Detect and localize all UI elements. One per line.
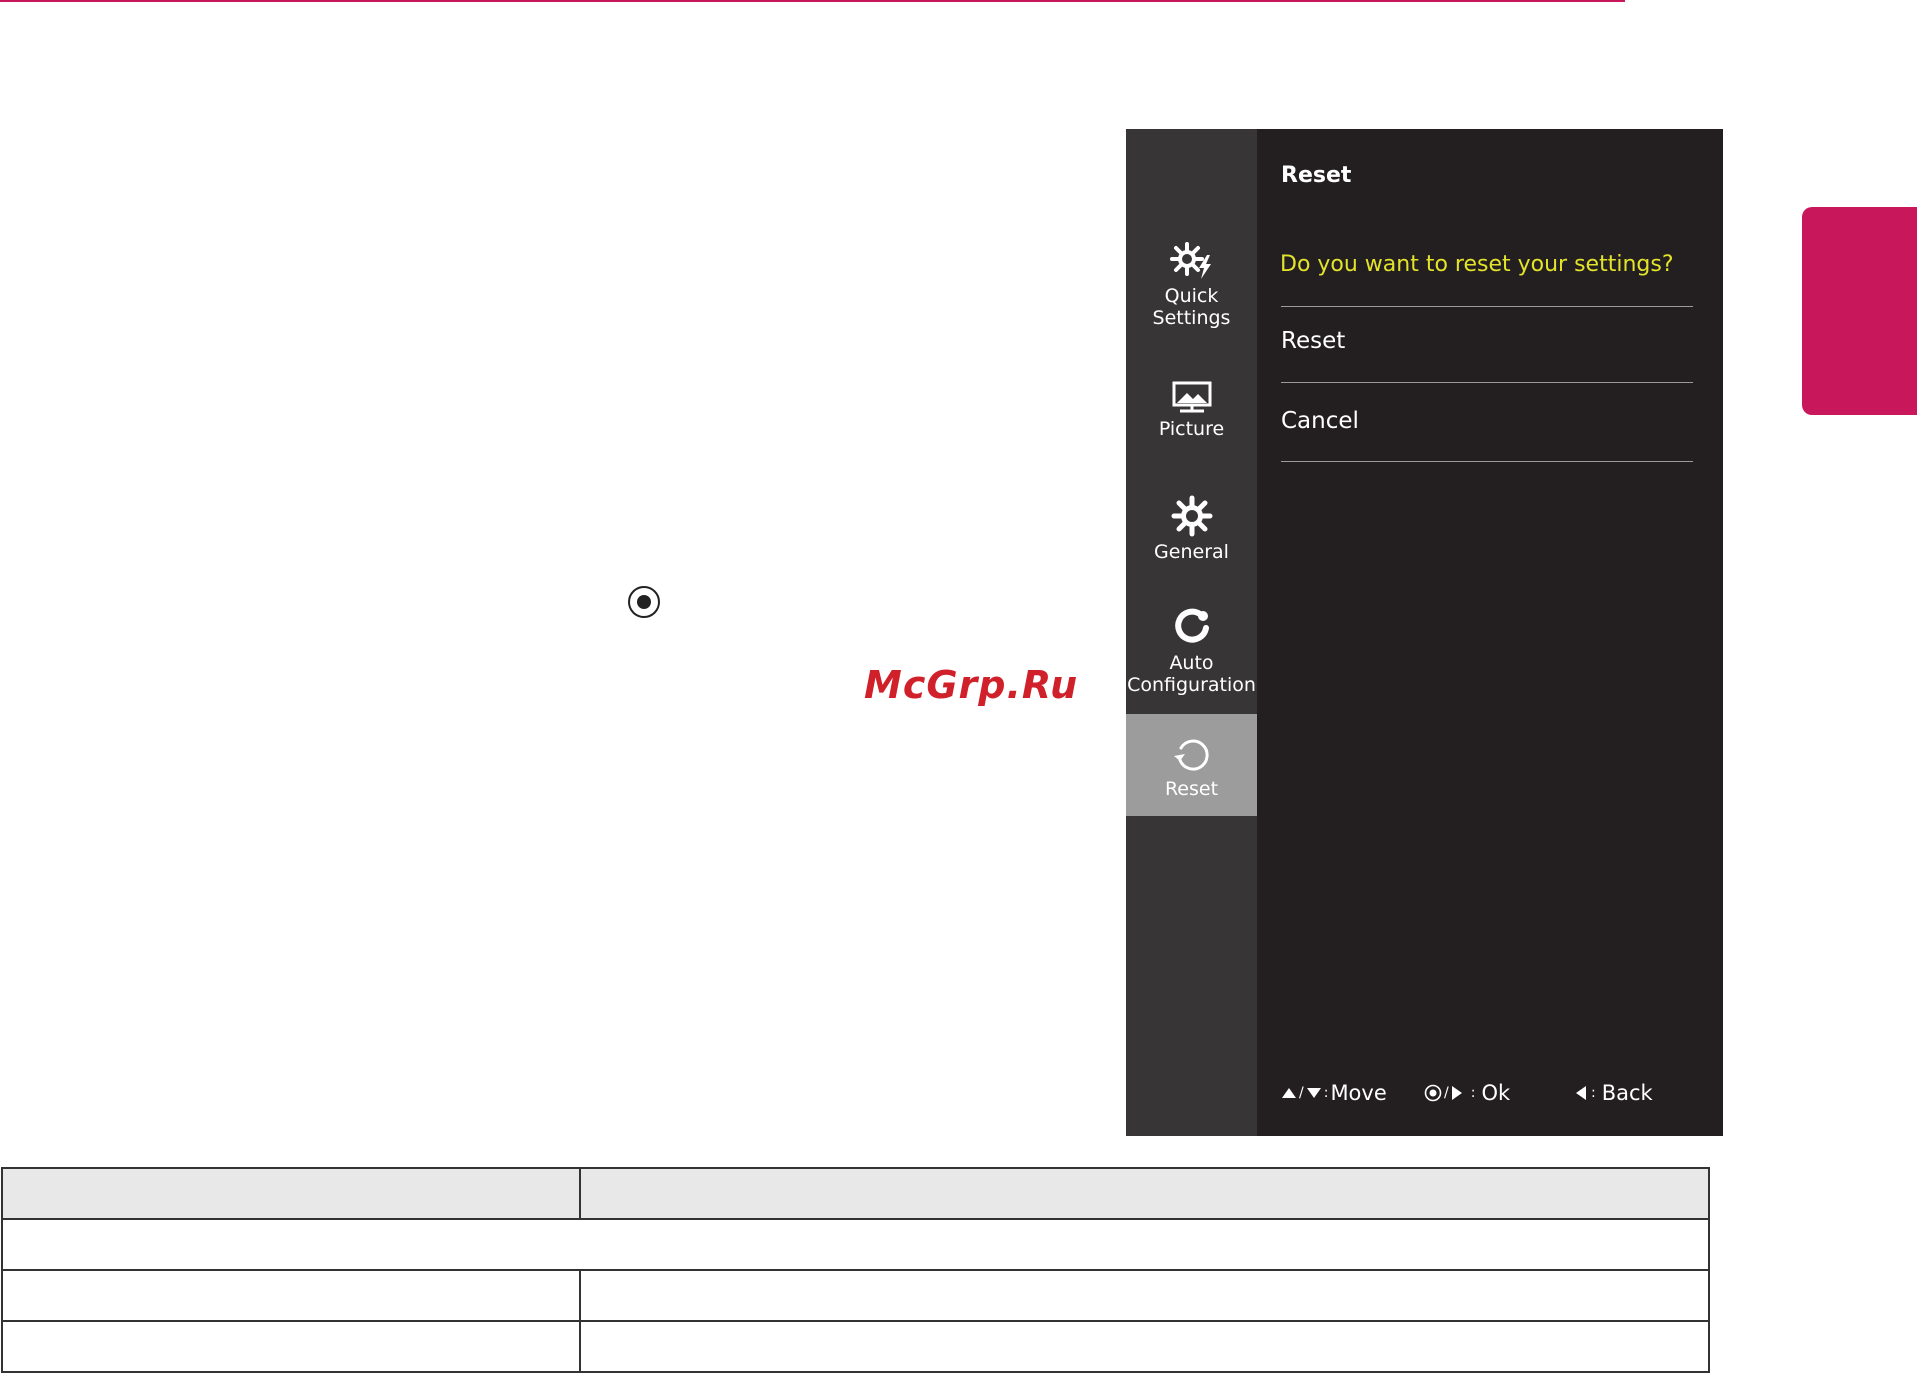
table-header-cell bbox=[579, 1167, 1710, 1220]
colon: : bbox=[1470, 1085, 1476, 1101]
nav-label-line1: Quick bbox=[1164, 285, 1219, 307]
arrow-down-icon bbox=[1306, 1088, 1321, 1098]
back-label: Back bbox=[1601, 1081, 1653, 1105]
osd-panel: Reset Do you want to reset your settings… bbox=[1257, 129, 1723, 1136]
divider bbox=[1281, 306, 1693, 307]
table-row bbox=[1, 1320, 1710, 1373]
table-cell bbox=[1, 1269, 581, 1322]
quick-settings-icon bbox=[1169, 242, 1211, 279]
nav-item-picture[interactable]: Picture bbox=[1126, 380, 1257, 480]
arrow-up-icon bbox=[1282, 1088, 1296, 1098]
joystick-ok-icon bbox=[1424, 1084, 1442, 1102]
settings-table bbox=[1, 1167, 1710, 1373]
nav-item-quick-settings[interactable]: Quick Settings bbox=[1126, 241, 1257, 353]
table-row bbox=[1, 1269, 1710, 1322]
nav-label: Picture bbox=[1158, 418, 1225, 440]
nav-item-general[interactable]: General bbox=[1126, 495, 1257, 605]
nav-item-auto-configuration[interactable]: Auto Configuration bbox=[1126, 606, 1257, 726]
separator: / bbox=[1299, 1085, 1304, 1101]
nav-label: General bbox=[1154, 541, 1229, 563]
top-rule bbox=[0, 0, 1625, 2]
nav-label: Reset bbox=[1164, 778, 1219, 800]
table-header-row bbox=[1, 1167, 1710, 1220]
nav-label-line2: Configuration bbox=[1127, 674, 1256, 696]
move-label: Move bbox=[1330, 1081, 1387, 1105]
table-cell bbox=[1, 1218, 1710, 1271]
nav-item-reset[interactable]: Reset bbox=[1126, 714, 1257, 816]
arrow-right-icon bbox=[1451, 1086, 1462, 1100]
watermark: McGrp.Ru bbox=[864, 663, 1079, 707]
osd-menu: Quick Settings Picture General Auto Conf… bbox=[1126, 129, 1723, 1136]
nav-label-line1: Auto bbox=[1169, 652, 1214, 674]
reset-option[interactable]: Reset bbox=[1281, 328, 1345, 354]
table-header-cell bbox=[1, 1167, 581, 1220]
gear-icon bbox=[1171, 495, 1212, 537]
separator: / bbox=[1444, 1085, 1449, 1101]
colon: : bbox=[1323, 1085, 1329, 1101]
table-row bbox=[1, 1218, 1710, 1271]
joystick-ok-icon bbox=[628, 586, 660, 618]
arrow-left-icon bbox=[1576, 1086, 1586, 1100]
osd-sidebar: Quick Settings Picture General Auto Conf… bbox=[1126, 129, 1257, 1136]
table-cell bbox=[1, 1320, 581, 1373]
cancel-option[interactable]: Cancel bbox=[1281, 408, 1359, 434]
chapter-tab bbox=[1802, 207, 1917, 415]
picture-icon bbox=[1172, 381, 1211, 413]
panel-title: Reset bbox=[1281, 163, 1352, 188]
nav-label-line2: Settings bbox=[1152, 307, 1231, 329]
reset-prompt: Do you want to reset your settings? bbox=[1280, 252, 1674, 277]
divider bbox=[1281, 461, 1693, 462]
divider bbox=[1281, 382, 1693, 383]
colon: : bbox=[1591, 1085, 1596, 1101]
reset-icon bbox=[1173, 739, 1209, 771]
ok-label: Ok bbox=[1481, 1081, 1511, 1105]
table-cell bbox=[579, 1269, 1710, 1322]
table-cell bbox=[579, 1320, 1710, 1373]
auto-config-icon bbox=[1174, 608, 1209, 643]
footer-ok: / : Ok bbox=[1424, 1081, 1510, 1105]
footer-move: / : Move bbox=[1281, 1081, 1387, 1105]
footer-back: : Back bbox=[1575, 1081, 1653, 1105]
